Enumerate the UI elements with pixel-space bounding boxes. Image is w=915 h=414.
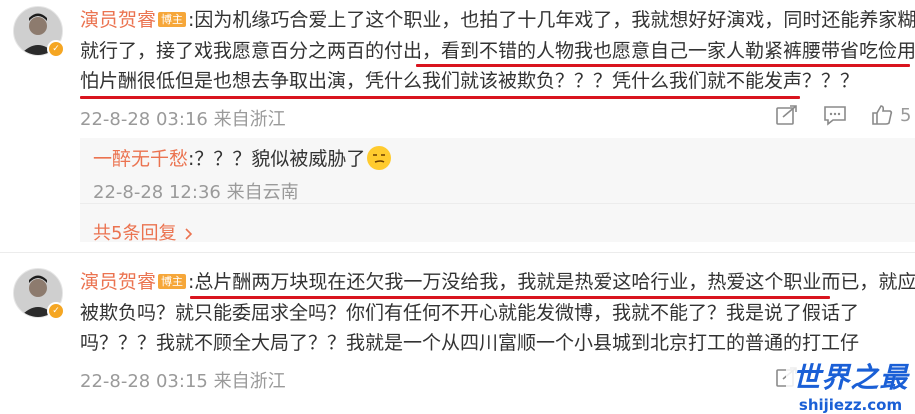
more-replies-label: 共5条回复 [93, 223, 177, 244]
comment-line: 被欺负吗？就只能委屈求全吗？你们有任何不开心就能发微博，我就不能了？我是说了假话… [80, 302, 860, 324]
like-count: 5 [900, 105, 912, 126]
chevron-right-icon [185, 228, 193, 240]
reply-text: :？？？貌似被威胁了 [188, 148, 366, 170]
comment-timestamp: 22-8-28 03:15 来自浙江 [80, 371, 286, 392]
author-badge: 博主 [158, 12, 187, 27]
smirk-emoji-icon [367, 146, 392, 170]
comment-line: 演员贺睿 博主:因为机缘巧合爱上了这个职业，也拍了十几年戏了，我就想好好演戏，同时… [80, 8, 915, 32]
reply-timestamp: 22-8-28 12:36 来自云南 [93, 182, 299, 203]
username-link[interactable]: 演员贺睿 [80, 9, 156, 31]
comment-button[interactable] [823, 104, 847, 130]
comment-divider [0, 252, 915, 253]
like-button[interactable] [871, 104, 893, 130]
highlight-underline [190, 296, 830, 299]
watermark: 世界之最 shijiezz.com [786, 356, 915, 414]
comment-text: :因为机缘巧合爱上了这个职业，也拍了十几年戏了，我就想好好演戏，同时还能养家糊口 [188, 9, 915, 31]
thumbs-up-icon [872, 105, 893, 125]
comment-icon [824, 106, 846, 126]
verified-badge-icon: ✓ [47, 302, 65, 320]
watermark-url: shijiezz.com [798, 396, 903, 414]
comment-line: 演员贺睿 博主:总片酬两万块现在还欠我一万没给我，我就是热爱这哈行业，热爱这个职业… [80, 270, 915, 294]
comment-timestamp: 22-8-28 03:16 来自浙江 [80, 109, 286, 130]
highlight-underline [416, 64, 910, 67]
more-replies-link[interactable]: 共5条回复 [93, 219, 194, 245]
verified-badge-icon: ✓ [47, 40, 65, 58]
watermark-title: 世界之最 [792, 361, 909, 394]
comment-text: :总片酬两万块现在还欠我一万没给我，我就是热爱这哈行业，热爱这个职业而已，就应该 [188, 271, 915, 293]
highlight-underline [80, 96, 800, 99]
reply-line: 一醉无千愁:？？？貌似被威胁了 [93, 146, 392, 171]
comment-line: 吗？？？我就不顾全大局了？？我就是一个从四川富顺一个小县城到北京打工的普通的打工… [80, 332, 860, 354]
comment-line: 怕片酬很低但是也想去争取出演，凭什么我们就该被欺负？？？凭什么我们就不能发声？？… [80, 70, 860, 92]
comment-line: 就行了，接了戏我愿意百分之两百的付出，看到不错的人物我也愿意自己一家人勒紧裤腰带… [80, 40, 915, 62]
reply-username-link[interactable]: 一醉无千愁 [93, 148, 188, 170]
share-icon [776, 105, 797, 125]
author-badge: 博主 [158, 274, 187, 289]
share-button[interactable] [775, 104, 799, 130]
username-link[interactable]: 演员贺睿 [80, 271, 156, 293]
